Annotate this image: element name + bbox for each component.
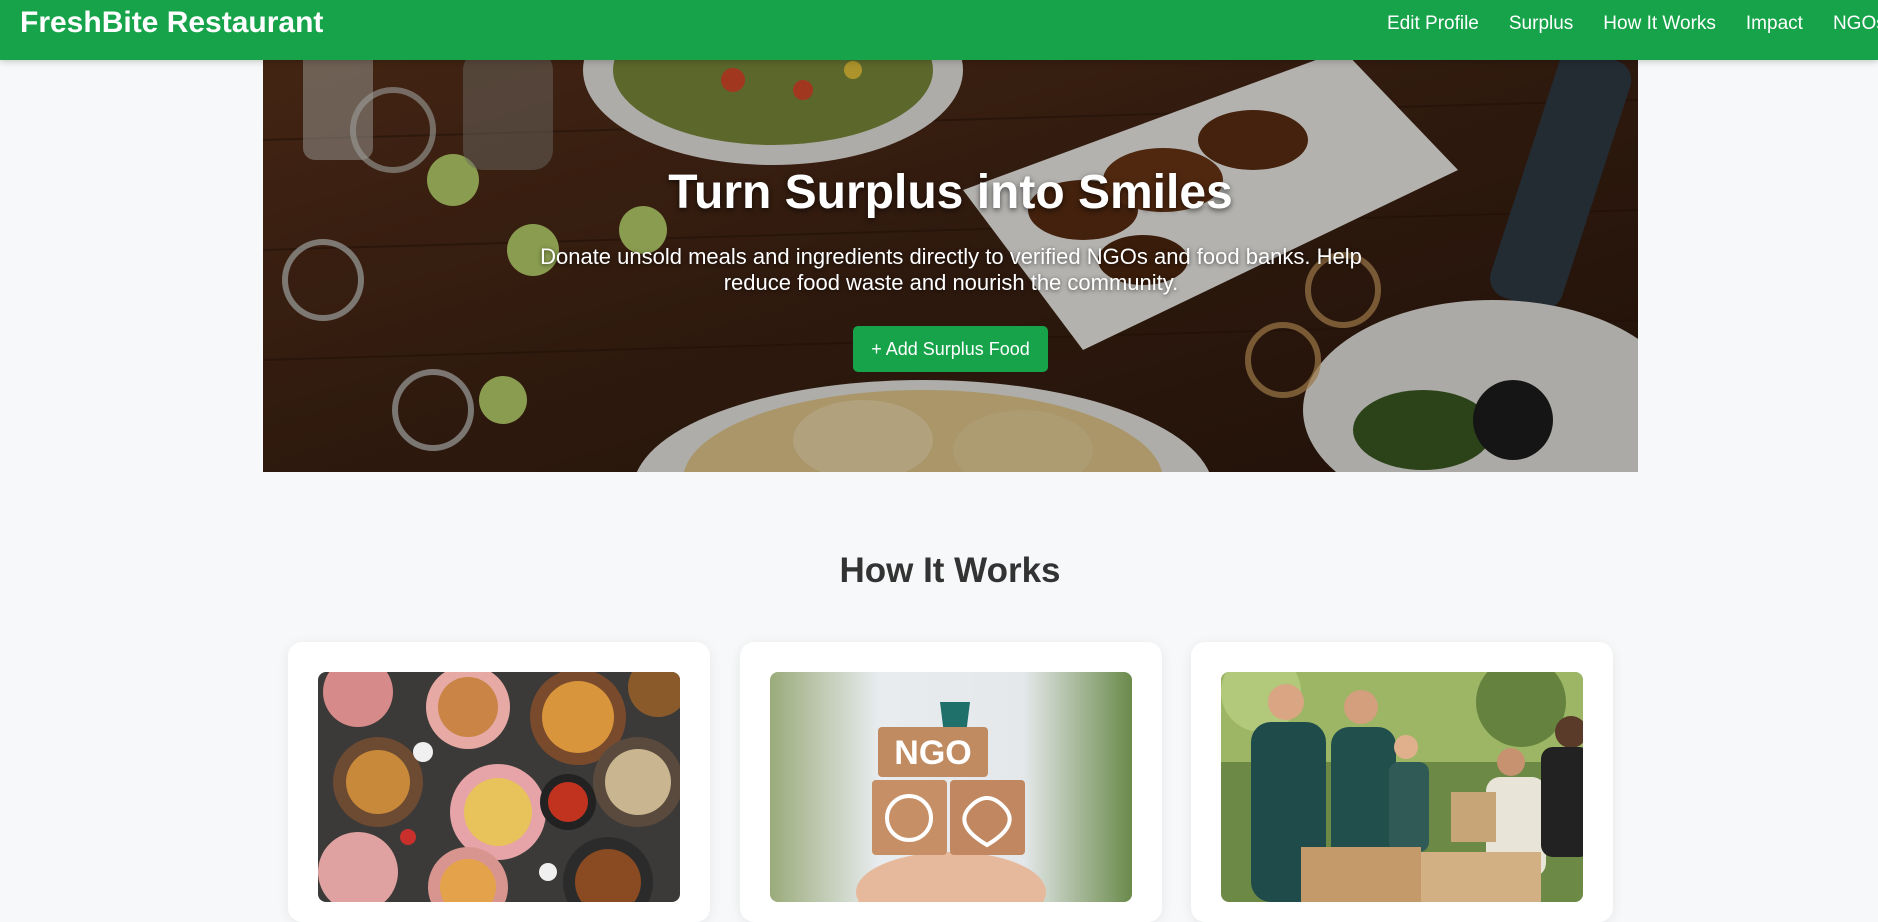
ngo-badge-text: NGO <box>894 734 971 772</box>
food-dishes-photo <box>318 672 680 902</box>
how-it-works-card-2: NGO <box>740 642 1162 922</box>
nav-link-impact[interactable]: Impact <box>1746 13 1803 35</box>
brand-logo-text[interactable]: FreshBite Restaurant <box>20 6 323 40</box>
how-it-works-title: How It Works <box>839 551 1061 590</box>
hero-title: Turn Surplus into Smiles <box>668 166 1233 219</box>
add-surplus-food-button[interactable]: + Add Surplus Food <box>853 326 1048 372</box>
how-it-works-card-3 <box>1191 642 1613 922</box>
nav-links: Edit Profile Surplus How It Works Impact… <box>1387 13 1878 35</box>
ngo-blocks-photo: NGO <box>770 672 1132 902</box>
hero-subtitle: Donate unsold meals and ingredients dire… <box>540 244 1362 295</box>
nav-link-edit-profile[interactable]: Edit Profile <box>1387 13 1479 35</box>
how-it-works-card-1 <box>288 642 710 922</box>
nav-link-surplus[interactable]: Surplus <box>1509 13 1573 35</box>
nav-link-how-it-works[interactable]: How It Works <box>1603 13 1716 35</box>
hero-banner: Turn Surplus into Smiles Donate unsold m… <box>263 60 1638 472</box>
nav-link-ngos[interactable]: NGOs <box>1833 13 1878 35</box>
volunteers-photo <box>1221 672 1583 902</box>
top-navbar: FreshBite Restaurant Edit Profile Surplu… <box>0 0 1878 60</box>
